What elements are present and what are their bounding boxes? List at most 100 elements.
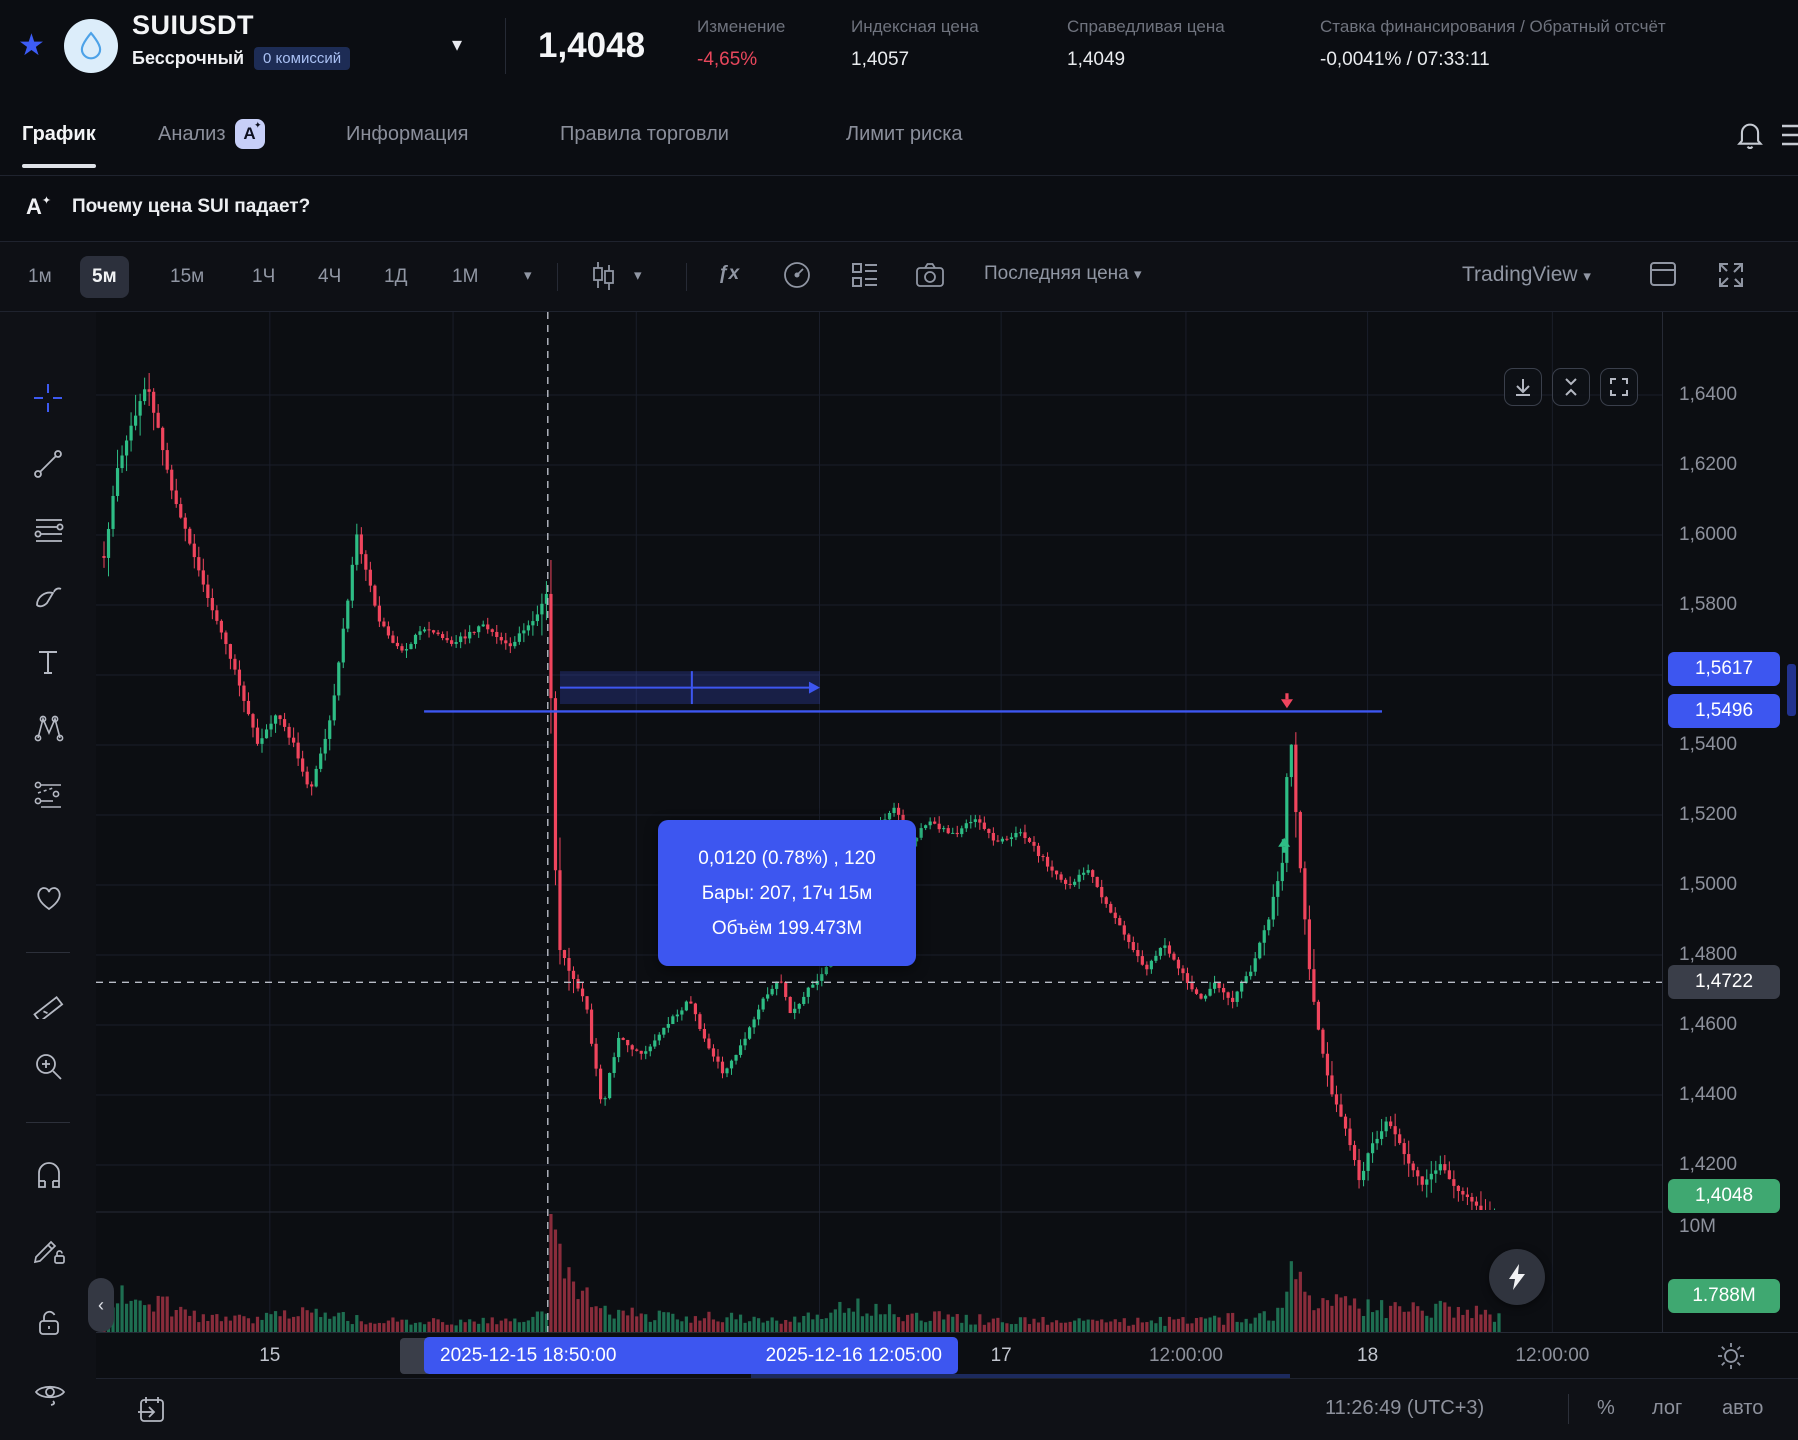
symbol-header: ★ SUIUSDT Бессрочный 0 комиссий ▾ 1,4048…: [0, 0, 1798, 92]
log-scale-button[interactable]: лог: [1652, 1397, 1682, 1420]
tab-analysis[interactable]: Анализ A ✦: [158, 92, 265, 176]
ai-badge-icon: A ✦: [234, 119, 265, 149]
measure-ruler-tool-icon[interactable]: [33, 987, 64, 1023]
chart-toolbar: 1м 5м 15м 1Ч 4Ч 1Д 1М ▾ ▾ ƒx Последняя ц…: [0, 242, 1798, 312]
timeframe-5м[interactable]: 5м: [80, 256, 129, 298]
notifications-bell-icon[interactable]: [1736, 120, 1764, 155]
zero-fee-badge: 0 комиссий: [254, 47, 351, 70]
maximize-pane-button[interactable]: [1600, 368, 1638, 406]
hide-drawings-eye-icon[interactable]: [33, 1379, 66, 1409]
price-tick: 1,5800: [1679, 594, 1738, 615]
xabcd-pattern-tool-icon[interactable]: [33, 713, 64, 743]
price-badge-gray: 1,4722: [1668, 965, 1780, 1000]
theme-sun-icon[interactable]: [1716, 1341, 1746, 1376]
layout-list-icon[interactable]: [850, 260, 880, 295]
ai-suggestion-bar: A✦ Почему цена SUI падает?: [0, 176, 1798, 242]
header-divider: [505, 18, 506, 74]
collapse-pane-button[interactable]: [1552, 368, 1590, 406]
timeframe-4Ч[interactable]: 4Ч: [306, 256, 353, 298]
menu-hamburger-icon[interactable]: [1780, 122, 1798, 153]
fib-lines-tool-icon[interactable]: [33, 515, 64, 545]
timeframe-caret-icon[interactable]: ▾: [524, 266, 532, 285]
time-axis[interactable]: 2025-12-15 18:50:00 2025-12-16 12:05:00 …: [96, 1332, 1798, 1379]
collapse-panel-chevron[interactable]: ‹: [88, 1278, 114, 1332]
forecast-tool-icon[interactable]: [33, 779, 63, 809]
chart-bottom-bar: 11:26:49 (UTC+3) % лог авто: [96, 1378, 1798, 1440]
tooltip-bars-line: Бары: 207, 17ч 15м: [701, 882, 873, 904]
price-tick: 1,4200: [1679, 1154, 1738, 1175]
measured-range-time-badge: 2025-12-15 18:50:00 2025-12-16 12:05:00: [424, 1337, 958, 1374]
tab-trading-rules[interactable]: Правила торговли: [560, 92, 729, 176]
text-tool-icon[interactable]: [33, 647, 63, 677]
panel-layout-icon[interactable]: [1648, 260, 1678, 293]
tooltip-volume-line: Объём 199.473М: [711, 917, 863, 939]
timeframe-1Д[interactable]: 1Д: [372, 256, 419, 298]
price-tick: 1,4600: [1679, 1014, 1738, 1035]
measure-tooltip: 0,0120 (0.78%) , 120 Бары: 207, 17ч 15м …: [658, 820, 916, 966]
tab-chart[interactable]: График: [22, 92, 96, 176]
range-to: 2025-12-16 12:05:00: [765, 1344, 942, 1366]
price-badge-blue: 1,5617: [1668, 652, 1780, 687]
brush-tool-icon[interactable]: [33, 581, 63, 611]
header-stat: Индексная цена 1,4057: [851, 17, 979, 71]
timeframe-1Ч[interactable]: 1Ч: [240, 256, 287, 298]
tab-info[interactable]: Информация: [346, 92, 468, 176]
time-tick: 12:00:00: [1148, 1345, 1223, 1366]
symbol-dropdown-caret-icon[interactable]: ▾: [452, 32, 462, 57]
crosshair-tool-icon[interactable]: [33, 383, 63, 413]
go-to-date-calendar-icon[interactable]: [136, 1394, 168, 1431]
favorite-star-icon[interactable]: ★: [18, 28, 45, 63]
active-tab-underline: [22, 164, 96, 168]
lock-all-tool-icon[interactable]: [33, 1307, 63, 1337]
gauge-icon[interactable]: [782, 260, 812, 295]
fullscreen-expand-icon[interactable]: [1716, 260, 1746, 295]
toolbar-divider: [26, 1122, 70, 1123]
bottom-bar-divider: [1568, 1394, 1569, 1424]
drawing-toolbar: [0, 312, 96, 1440]
chart-plot-area[interactable]: Объём SMA 9 3.163М 0,0120 (0.78%) , 120 …: [96, 312, 1662, 1332]
volume-bars: [102, 1214, 1501, 1332]
tooltip-change-line: 0,0120 (0.78%) , 120: [698, 847, 876, 869]
auto-scale-button[interactable]: авто: [1722, 1397, 1763, 1420]
emoji-heart-tool-icon[interactable]: [33, 883, 63, 913]
tab-risk-limit[interactable]: Лимит риска: [846, 92, 963, 176]
session-clock[interactable]: 11:26:49 (UTC+3): [1325, 1397, 1484, 1420]
trading-app: ★ SUIUSDT Бессрочный 0 комиссий ▾ 1,4048…: [0, 0, 1798, 1440]
ai-question-link[interactable]: Почему цена SUI падает?: [72, 196, 310, 218]
stat-label: Изменение: [697, 17, 786, 36]
chart-style-candles-icon[interactable]: [588, 260, 618, 297]
sui-coin-logo: [64, 19, 118, 73]
price-tick: 1,6000: [1679, 524, 1738, 545]
magnet-tool-icon[interactable]: [33, 1161, 63, 1191]
stat-value: -4,65%: [697, 49, 758, 70]
stat-value: 1,4057: [851, 49, 910, 70]
drawing-mode-lock-icon[interactable]: [33, 1233, 65, 1264]
scroll-to-recent-button[interactable]: [1504, 368, 1542, 406]
stat-label: Индексная цена: [851, 17, 979, 36]
camera-icon[interactable]: [914, 260, 946, 295]
stat-value: 1,4049: [1067, 49, 1126, 70]
stat-label: Ставка финансирования / Обратный отсчёт: [1320, 17, 1666, 36]
price-badge-green: 1,4048: [1668, 1179, 1780, 1213]
zoom-in-tool-icon[interactable]: [33, 1051, 63, 1081]
volume-axis-tick: 10M: [1679, 1216, 1716, 1237]
indicators-fx-icon[interactable]: ƒx: [718, 263, 739, 285]
quick-trade-lightning-button[interactable]: [1489, 1249, 1545, 1305]
time-tick: 15: [259, 1345, 281, 1366]
timeframe-1М[interactable]: 1М: [440, 256, 490, 298]
price-axis[interactable]: 1,6400 1,6200 1,6000 1,5800 1,5400 1,5200 1,50…: [1662, 312, 1798, 1332]
sell-marker: [1280, 699, 1293, 709]
price-mode-select[interactable]: Последняя цена ▾: [984, 263, 1142, 285]
timeframe-1м[interactable]: 1м: [16, 256, 64, 298]
water-drop-icon: [80, 31, 102, 60]
trend-line-tool-icon[interactable]: [33, 449, 63, 479]
timeframe-15м[interactable]: 15м: [158, 256, 216, 298]
percent-scale-button[interactable]: %: [1597, 1397, 1615, 1420]
symbol-block[interactable]: SUIUSDT Бессрочный 0 комиссий: [132, 10, 351, 70]
price-tick: 1,5200: [1679, 804, 1738, 825]
symbol-title: SUIUSDT: [132, 10, 255, 40]
stat-value: -0,0041% / 07:33:11: [1320, 49, 1490, 70]
tradingview-brand-select[interactable]: TradingView ▾: [1462, 263, 1591, 287]
candles: [102, 373, 1495, 1210]
chart-style-caret-icon[interactable]: ▾: [634, 266, 642, 285]
